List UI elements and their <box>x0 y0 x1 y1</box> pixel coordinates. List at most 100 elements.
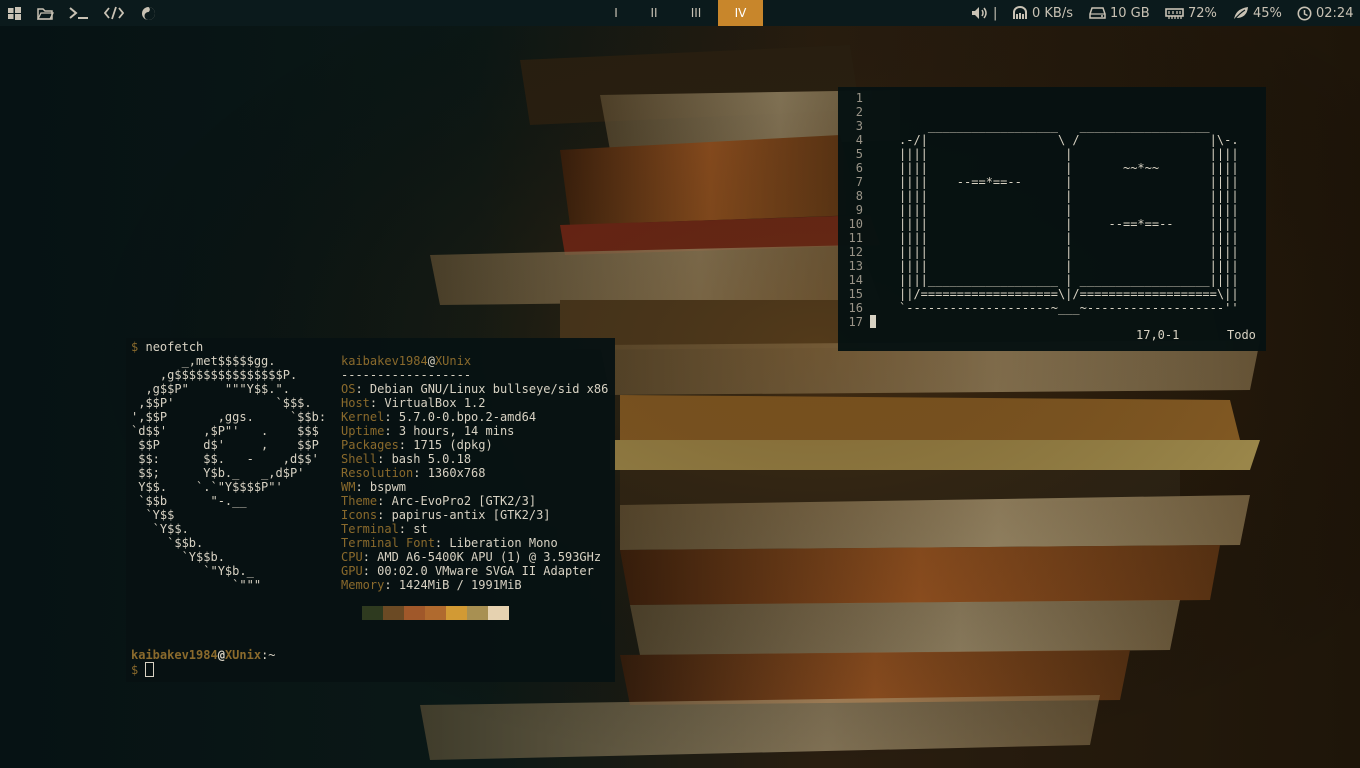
leaf-icon <box>1233 6 1248 20</box>
info-label: GPU <box>341 564 363 578</box>
logo-line: `""" <box>131 578 262 592</box>
volume-widget[interactable]: | <box>971 0 997 26</box>
text-cursor <box>145 662 155 677</box>
workspace-3[interactable]: III <box>678 0 714 26</box>
info-colon: : <box>377 494 392 508</box>
memory-widget[interactable]: 72% <box>1165 0 1217 26</box>
terminal-icon[interactable] <box>68 0 90 26</box>
art-line: .-/| \ / |\-. <box>899 133 1239 147</box>
color-swatch <box>425 606 446 620</box>
line-number: 7 <box>855 175 863 189</box>
info-row: Resolution: 1360x768 <box>341 466 486 480</box>
clock-widget[interactable]: 02:24 <box>1297 0 1353 26</box>
memory-usage: 72% <box>1188 5 1217 21</box>
info-label: OS <box>341 382 356 396</box>
info-label: Shell <box>341 452 378 466</box>
clock-time: 02:24 <box>1316 5 1354 21</box>
info-colon: : <box>355 480 370 494</box>
disk-icon <box>1089 7 1106 19</box>
top-bar: I II III IV | 0 KB/s 10 GB 72% 45% 02:24 <box>0 0 1360 26</box>
info-label: Resolution <box>341 466 414 480</box>
vim-editor-window[interactable]: 1 2 3 4 5 6 7 8 9 10 11 12 13 14 15 16 17 ______________… <box>838 87 1266 351</box>
color-swatch <box>404 606 425 620</box>
logo-line: $$; Y$b._ _,d$P' <box>131 466 305 480</box>
art-line: |||| | |||| <box>899 147 1239 161</box>
info-row: OS: Debian GNU/Linux bullseye/sid x86 <box>341 382 608 396</box>
browser-icon[interactable] <box>137 0 159 26</box>
user-host-title: kaibakev1984@XUnix <box>341 354 471 368</box>
info-row: Terminal: st <box>341 522 428 536</box>
workspace-4[interactable]: IV <box>718 0 763 26</box>
title-host: XUnix <box>434 354 472 368</box>
info-row: Shell: bash 5.0.18 <box>341 452 471 466</box>
info-row: Host: VirtualBox 1.2 <box>341 396 486 410</box>
art-line: |||| | ~~*~~ |||| <box>899 161 1239 175</box>
art-line: ||/===================\|/===============… <box>899 287 1239 301</box>
workspace-1[interactable]: I <box>600 0 632 26</box>
volume-icon <box>972 7 987 19</box>
info-label: Icons <box>341 508 378 522</box>
info-value: 00:02.0 VMware SVGA II Adapter <box>377 564 594 578</box>
line-number: 1 <box>855 91 863 105</box>
info-colon: : <box>398 438 414 452</box>
info-colon: : <box>384 424 399 438</box>
art-line: ||||__________________ | _______________… <box>899 273 1239 287</box>
info-colon: : <box>398 522 414 536</box>
battery-widget[interactable]: 45% <box>1232 0 1282 26</box>
info-label: CPU <box>341 550 363 564</box>
info-value: Liberation Mono <box>449 536 558 550</box>
line-number: 10 <box>848 217 863 231</box>
info-label: Theme <box>341 494 378 508</box>
logo-line: `$$b "-.__ <box>131 494 247 508</box>
info-value: AMD A6-5400K APU (1) @ 3.593GHz <box>377 550 602 564</box>
line-number: 5 <box>855 147 863 161</box>
windows-icon[interactable] <box>3 0 25 26</box>
line-number: 16 <box>848 301 863 315</box>
logo-line: ,$$P' `$$$. <box>131 396 312 410</box>
terminal-window[interactable]: $ neofetch _,met$$$$$gg. ,g$$$$$$$$$$$$$… <box>126 338 615 682</box>
info-row: Memory: 1424MiB / 1991MiB <box>341 578 522 592</box>
logo-line: `d$$' ,$P"' . $$$ <box>131 424 319 438</box>
info-row: CPU: AMD A6-5400K APU (1) @ 3.593GHz <box>341 550 601 564</box>
workspace-2[interactable]: II <box>638 0 670 26</box>
logo-line: _,met$$$$$gg. <box>131 354 276 368</box>
info-value: Debian GNU/Linux bullseye/sid x86 <box>369 382 609 396</box>
line-number: 9 <box>855 203 863 217</box>
line-number: 2 <box>855 105 863 119</box>
info-label: Host <box>341 396 370 410</box>
logo-line: Y$$. `.`"Y$$$$P"' <box>131 480 283 494</box>
command-line: $ neofetch <box>131 340 203 354</box>
art-line: |||| | |||| <box>899 189 1239 203</box>
folder-icon[interactable] <box>34 0 56 26</box>
command-text: neofetch <box>145 340 204 354</box>
art-line: |||| | --==*==-- |||| <box>899 217 1239 231</box>
color-swatch <box>446 606 467 620</box>
info-row: Uptime: 3 hours, 14 mins <box>341 424 514 438</box>
logo-line: $$P d$' , $$P <box>131 438 319 452</box>
info-value: bash 5.0.18 <box>391 452 472 466</box>
network-widget[interactable]: 0 KB/s <box>1012 0 1073 26</box>
line-number: 11 <box>848 231 863 245</box>
code-icon[interactable] <box>103 0 125 26</box>
logo-line: `Y$$b. <box>131 550 225 564</box>
battery-level: 45% <box>1253 5 1282 21</box>
info-colon: : <box>369 396 385 410</box>
cursor-position: 17,0-1 <box>1136 328 1180 342</box>
info-value: st <box>413 522 428 536</box>
disk-widget[interactable]: 10 GB <box>1089 0 1150 26</box>
art-line: |||| | |||| <box>899 259 1239 273</box>
info-colon: : <box>362 550 378 564</box>
title-at: @ <box>427 354 435 368</box>
info-value: 3 hours, 14 mins <box>398 424 515 438</box>
logo-line: ,g$$$$$$$$$$$$$$$P. <box>131 368 298 382</box>
info-row: GPU: 00:02.0 VMware SVGA II Adapter <box>341 564 594 578</box>
info-row: Icons: papirus-antix [GTK2/3] <box>341 508 551 522</box>
input-line[interactable]: $ <box>131 662 155 677</box>
color-swatch <box>467 606 488 620</box>
line-number: 12 <box>848 245 863 259</box>
line-number: 14 <box>848 273 863 287</box>
info-row: Terminal Font: Liberation Mono <box>341 536 558 550</box>
info-colon: : <box>413 466 428 480</box>
line-number: 4 <box>855 133 863 147</box>
line-number: 13 <box>848 259 863 273</box>
